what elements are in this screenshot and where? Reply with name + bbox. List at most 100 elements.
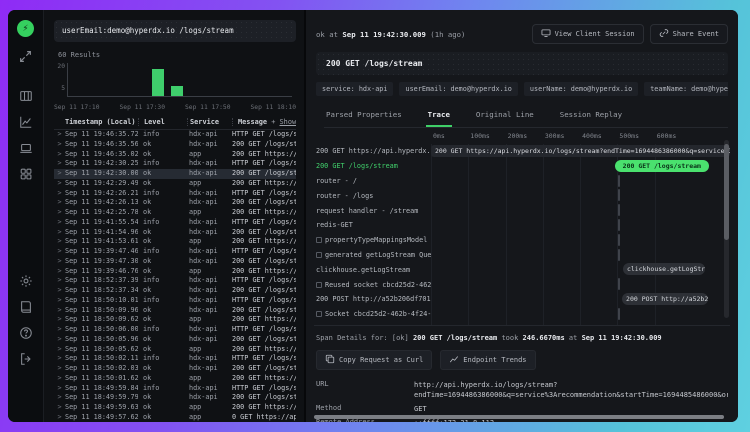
trace-span-row[interactable]: redis-GET [314, 218, 730, 233]
logout-icon[interactable] [16, 349, 36, 369]
table-row[interactable]: > Sep 11 18:52:37.392 info hdx-api HTTP GET … [54, 276, 296, 286]
took-label: took [501, 334, 519, 342]
span-bar[interactable] [617, 278, 620, 291]
row-chevron-icon: > [57, 247, 62, 255]
table-row[interactable]: > Sep 11 18:49:59.842 info hdx-api HTTP GET … [54, 384, 296, 394]
span-label-text: redis-GET [316, 221, 353, 230]
tab-trace[interactable]: Trace [425, 106, 452, 127]
trace-span-row[interactable]: request handler - /stream [314, 203, 730, 218]
col-service[interactable]: Service [187, 118, 232, 126]
trace-span-row[interactable]: Reused socket cbcd25d2-462b-4… [314, 277, 730, 292]
table-row[interactable]: > Sep 11 19:42:30.009 ok hdx-api 200 GET /lo… [54, 169, 296, 179]
table-row[interactable]: > Sep 11 19:46:35.727 info hdx-api HTTP GET … [54, 130, 296, 140]
table-row[interactable]: > Sep 11 18:52:37.340 ok hdx-api 200 GET /lo… [54, 286, 296, 296]
span-bar[interactable] [617, 218, 620, 231]
table-row[interactable]: > Sep 11 18:50:06.006 info hdx-api HTTP GET … [54, 325, 296, 335]
trace-span-row[interactable]: propertyTypeMappingsModel ini… [314, 233, 730, 248]
table-row[interactable]: > Sep 11 19:42:29.497 ok app 200 GET https:/… [54, 179, 296, 189]
row-timestamp: Sep 11 18:50:05.963 [65, 334, 138, 343]
row-timestamp: Sep 11 19:39:47.468 [65, 247, 138, 255]
trace-span-row[interactable]: 200 POST http://a52b206df701844a4… 200 PO… [314, 292, 730, 307]
table-row[interactable]: > Sep 11 19:41:55.542 info hdx-api HTTP GET … [54, 218, 296, 228]
span-label: request handler - /stream [314, 207, 431, 215]
time-tick: 200ms [507, 132, 528, 140]
property-tag[interactable]: userEmail: demo@hyperdx.io [399, 82, 518, 96]
row-service: hdx-api [189, 364, 218, 372]
span-bar[interactable]: 200 GET https://api.hyperdx.io/logs/stre… [431, 145, 730, 157]
row-chevron-icon: > [57, 383, 62, 392]
dashboards-icon[interactable] [16, 164, 36, 184]
span-bar[interactable]: clickhouse.getLogStream [622, 263, 705, 276]
trace-span-row[interactable]: Socket cbcd25d2-462b-4f24-cca… [314, 307, 730, 322]
table-row[interactable]: > Sep 11 19:46:35.022 ok app 200 GET https:/… [54, 150, 296, 160]
search-input[interactable]: userEmail:demo@hyperdx.io /logs/stream [54, 20, 296, 42]
table-row[interactable]: > Sep 11 19:42:25.782 ok app 200 GET https:/… [54, 208, 296, 218]
property-tag[interactable]: service: hdx-api [316, 82, 394, 96]
span-bar[interactable] [617, 307, 620, 320]
docs-icon[interactable] [16, 297, 36, 317]
tab-original-line[interactable]: Original Line [474, 106, 536, 127]
table-row[interactable]: > Sep 11 18:49:57.623 ok app 0 GET https://a… [54, 413, 296, 422]
table-row[interactable]: > Sep 11 18:49:59.638 ok app 200 GET https:/… [54, 403, 296, 413]
property-tag[interactable]: teamName: demo@hyperdx.io's Team [644, 82, 728, 96]
trace-span-row[interactable]: 200 GET https://api.hyperdx.io/l…200 GET… [314, 144, 730, 159]
row-message: HTTP GET /logs/stream [232, 159, 296, 168]
table-row[interactable]: > Sep 11 19:41:54.968 ok hdx-api 200 GET /lo… [54, 228, 296, 238]
table-row[interactable]: > Sep 11 18:50:09.967 ok hdx-api 200 GET /lo… [54, 306, 296, 316]
chart-explorer-icon[interactable] [16, 112, 36, 132]
tab-parsed-properties[interactable]: Parsed Properties [324, 106, 404, 127]
help-icon[interactable] [16, 323, 36, 343]
histogram-bar[interactable] [152, 69, 164, 96]
span-bar[interactable] [617, 189, 620, 202]
row-level: info [143, 159, 160, 168]
show-log-patterns-link[interactable]: Show Log Pa [280, 118, 296, 126]
app-window: ⚡ userEmail:demo@hyperdx.io /logs/stream… [8, 10, 738, 422]
search-logs-icon[interactable] [16, 86, 36, 106]
row-service: app [189, 149, 202, 158]
table-row[interactable]: > Sep 11 18:50:01.626 ok app 200 GET https:/… [54, 374, 296, 384]
table-row[interactable]: > Sep 11 19:46:35.561 ok hdx-api 200 GET /lo… [54, 140, 296, 150]
table-row[interactable]: > Sep 11 19:42:30.251 info hdx-api HTTP GET … [54, 159, 296, 169]
span-bar[interactable]: 200 POST http://a52b206d [622, 292, 709, 305]
span-track: clickhouse.getLogStream [431, 262, 730, 277]
table-row[interactable]: > Sep 11 19:41:53.615 ok app 200 GET https:/… [54, 237, 296, 247]
span-bar[interactable] [617, 174, 620, 187]
trace-span-row[interactable]: 200 GET /logs/stream 200 GET /logs/stream [314, 159, 730, 174]
table-row[interactable]: > Sep 11 19:39:47.303 ok hdx-api 200 GET /lo… [54, 257, 296, 267]
copy-request-as-curl-button[interactable]: Copy Request as Curl [316, 350, 433, 370]
settings-icon[interactable] [16, 271, 36, 291]
tab-session-replay[interactable]: Session Replay [558, 106, 624, 127]
col-level[interactable]: Level [138, 118, 187, 126]
table-row[interactable]: > Sep 11 18:50:02.114 info hdx-api HTTP GET … [54, 354, 296, 364]
hyperdx-logo-icon[interactable]: ⚡ [17, 20, 34, 37]
copy-icon [325, 354, 335, 366]
trace-span-row[interactable]: router - /logs [314, 188, 730, 203]
waterfall-scrollbar-thumb[interactable] [724, 144, 729, 240]
histogram-bar[interactable] [170, 86, 183, 96]
client-sessions-icon[interactable] [16, 138, 36, 158]
view-client-session-button[interactable]: View Client Session [531, 24, 644, 44]
span-bar[interactable]: 200 GET /logs/stream [614, 159, 709, 172]
span-bar[interactable] [617, 233, 620, 246]
share-event-button[interactable]: Share Event [649, 24, 728, 44]
col-timestamp[interactable]: Timestamp (Local) [65, 118, 138, 126]
span-bar[interactable] [617, 248, 620, 261]
trace-span-row[interactable]: clickhouse.getLogStream clickhouse.getLog… [314, 262, 730, 277]
expand-sidebar-icon[interactable] [16, 46, 36, 66]
endpoint-trends-button[interactable]: Endpoint Trends [440, 350, 536, 370]
table-row[interactable]: > Sep 11 18:50:10.012 info hdx-api HTTP GET … [54, 296, 296, 306]
property-tag[interactable]: userName: demo@hyperdx.io [523, 82, 639, 96]
horizontal-scrollbar-thumb[interactable] [314, 415, 724, 419]
table-row[interactable]: > Sep 11 18:50:02.032 ok hdx-api 200 GET /lo… [54, 364, 296, 374]
table-row[interactable]: > Sep 11 19:42:26.215 info hdx-api HTTP GET … [54, 189, 296, 199]
table-row[interactable]: > Sep 11 19:39:46.762 ok app 200 GET https:/… [54, 267, 296, 277]
table-row[interactable]: > Sep 11 18:50:05.620 ok app 200 GET https:/… [54, 345, 296, 355]
table-row[interactable]: > Sep 11 18:49:59.793 ok hdx-api 200 GET /lo… [54, 393, 296, 403]
trace-span-row[interactable]: generated getLogStream Query [314, 248, 730, 263]
trace-span-row[interactable]: router - / [314, 174, 730, 189]
span-bar[interactable] [617, 204, 620, 217]
table-row[interactable]: > Sep 11 18:50:05.963 ok hdx-api 200 GET /lo… [54, 335, 296, 345]
table-row[interactable]: > Sep 11 19:42:26.136 ok hdx-api 200 GET /lo… [54, 198, 296, 208]
table-row[interactable]: > Sep 11 19:39:47.468 info hdx-api HTTP GET … [54, 247, 296, 257]
table-row[interactable]: > Sep 11 18:50:09.624 ok app 200 GET https:/… [54, 315, 296, 325]
